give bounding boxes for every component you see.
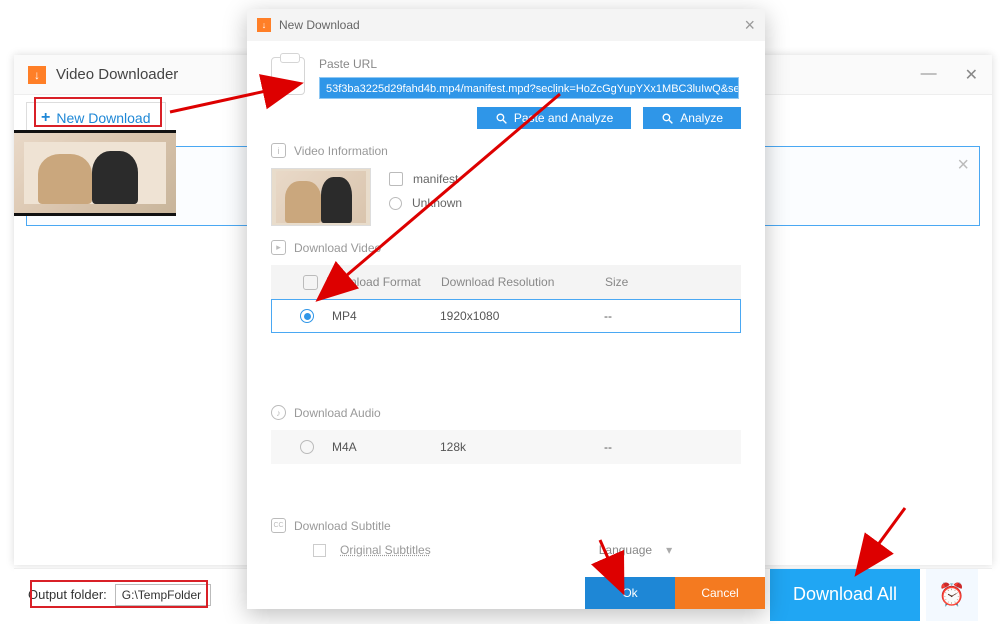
audio-format-value: M4A bbox=[332, 440, 440, 454]
audio-res-value: 128k bbox=[440, 440, 604, 454]
analyze-button[interactable]: Analyze bbox=[643, 107, 741, 129]
download-subtitle-section-label: CC Download Subtitle bbox=[271, 518, 741, 533]
video-info-section-label: i Video Information bbox=[271, 143, 741, 158]
close-main-icon[interactable]: ✕ bbox=[965, 65, 978, 85]
clock-icon bbox=[389, 197, 402, 210]
audio-size-value: -- bbox=[604, 440, 740, 454]
download-video-section-label: ▸ Download Video bbox=[271, 240, 741, 255]
new-download-dialog: ↓ New Download × Paste URL 53f3ba3225d29… bbox=[247, 9, 765, 609]
original-subtitles-label: Original Subtitles bbox=[340, 543, 431, 557]
duration-value: Unknown bbox=[412, 196, 462, 210]
paste-analyze-button[interactable]: Paste and Analyze bbox=[477, 107, 631, 129]
video-size-value: -- bbox=[604, 309, 740, 323]
subtitle-options-row: Original Subtitles Language ▾ bbox=[271, 543, 741, 557]
dialog-footer: Ok Cancel bbox=[247, 577, 765, 609]
dialog-logo-icon: ↓ bbox=[257, 18, 271, 32]
video-format-header: Download Format Download Resolution Size bbox=[271, 265, 741, 299]
output-folder-input[interactable] bbox=[115, 584, 211, 606]
video-icon: ▸ bbox=[271, 240, 286, 255]
language-label: Language bbox=[599, 543, 652, 557]
download-all-button[interactable]: Download All bbox=[770, 569, 920, 621]
audio-icon: ♪ bbox=[271, 405, 286, 420]
info-icon: i bbox=[271, 143, 286, 158]
paste-analyze-label: Paste and Analyze bbox=[514, 111, 613, 125]
search-icon bbox=[661, 112, 674, 125]
app-title: Video Downloader bbox=[56, 66, 178, 83]
new-download-label: New Download bbox=[56, 110, 150, 126]
cancel-button[interactable]: Cancel bbox=[675, 577, 765, 609]
subtitle-checkbox[interactable] bbox=[313, 544, 326, 557]
dialog-titlebar: ↓ New Download × bbox=[247, 9, 765, 41]
file-icon bbox=[389, 172, 403, 186]
clipboard-icon bbox=[271, 57, 305, 95]
filebar-close-icon[interactable]: × bbox=[957, 155, 969, 175]
radio-unselected-icon[interactable] bbox=[300, 440, 314, 454]
app-logo-icon: ↓ bbox=[28, 66, 46, 84]
format-icon bbox=[303, 275, 318, 290]
dialog-video-thumbnail bbox=[271, 168, 371, 226]
minimize-icon[interactable]: — bbox=[921, 65, 937, 85]
analyze-label: Analyze bbox=[680, 111, 723, 125]
cc-icon: CC bbox=[271, 518, 286, 533]
audio-format-row[interactable]: M4A 128k -- bbox=[271, 430, 741, 464]
dialog-close-icon[interactable]: × bbox=[744, 16, 755, 34]
video-format-row[interactable]: MP4 1920x1080 -- bbox=[271, 299, 741, 333]
alarm-icon[interactable]: ⏰ bbox=[926, 569, 978, 621]
output-folder-label: Output folder: bbox=[28, 587, 107, 602]
manifest-name: manifest bbox=[413, 172, 458, 186]
radio-selected-icon[interactable] bbox=[300, 309, 314, 323]
download-audio-section-label: ♪ Download Audio bbox=[271, 405, 741, 420]
video-thumbnail[interactable] bbox=[14, 130, 176, 216]
plus-icon: + bbox=[41, 109, 50, 127]
search-paste-icon bbox=[495, 112, 508, 125]
paste-url-label: Paste URL bbox=[319, 57, 741, 71]
dialog-title: New Download bbox=[279, 18, 360, 32]
url-input[interactable]: 53f3ba3225d29fahd4b.mp4/manifest.mpd?sec… bbox=[319, 77, 739, 99]
ok-button[interactable]: Ok bbox=[585, 577, 675, 609]
video-format-value: MP4 bbox=[332, 309, 440, 323]
video-res-value: 1920x1080 bbox=[440, 309, 604, 323]
language-dropdown-icon[interactable]: ▾ bbox=[666, 543, 672, 557]
